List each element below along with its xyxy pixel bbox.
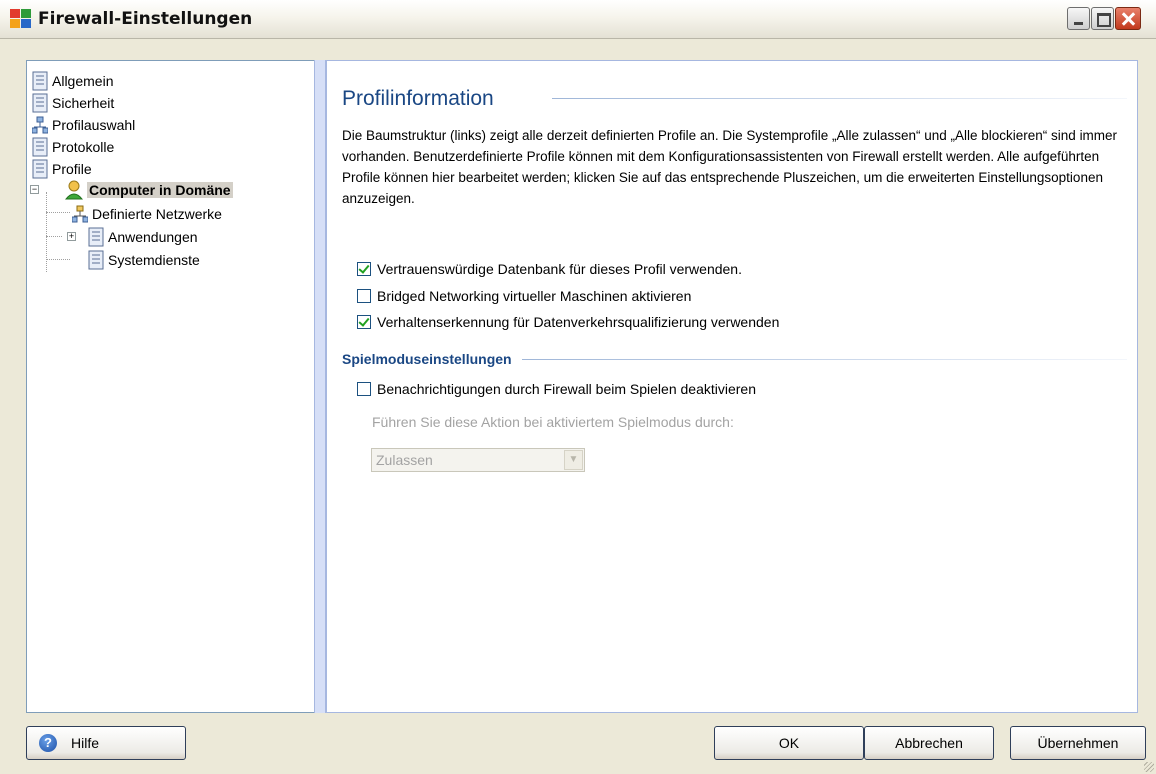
maximize-button[interactable] — [1091, 7, 1114, 30]
window-title: Firewall-Einstellungen — [38, 9, 253, 29]
tree-item-label: Profile — [52, 161, 92, 177]
option-behavior-detection[interactable]: Verhaltenserkennung für Datenverkehrsqua… — [357, 312, 779, 332]
tree-item-allgemein[interactable]: Allgemein — [32, 70, 113, 92]
game-mode-action-hint: Führen Sie diese Aktion bei aktiviertem … — [372, 414, 734, 430]
select-value: Zulassen — [376, 452, 433, 468]
checkbox-label: Verhaltenserkennung für Datenverkehrsqua… — [377, 314, 780, 330]
tree-item-sicherheit[interactable]: Sicherheit — [32, 92, 114, 114]
option-disable-notifications-gaming[interactable]: Benachrichtigungen durch Firewall beim S… — [357, 379, 756, 399]
document-list-icon — [88, 250, 104, 270]
tree-item-anwendungen[interactable]: Anwendungen — [88, 226, 198, 248]
avg-logo-icon — [10, 9, 31, 28]
cancel-button[interactable]: Abbrechen — [864, 726, 994, 760]
network-icon — [72, 205, 88, 223]
checkbox-label: Benachrichtigungen durch Firewall beim S… — [377, 381, 756, 397]
minimize-button[interactable] — [1067, 7, 1090, 30]
tree-item-profilauswahl[interactable]: Profilauswahl — [32, 114, 135, 136]
network-icon — [32, 116, 48, 134]
tree-item-label: Protokolle — [52, 139, 115, 155]
tree-item-systemdienste[interactable]: Systemdienste — [88, 249, 200, 271]
tree-item-label: Anwendungen — [108, 229, 198, 245]
page-title: Profilinformation — [342, 87, 494, 110]
tree-item-label: Systemdienste — [108, 252, 200, 268]
tree-item-label: Profilauswahl — [52, 117, 136, 133]
checkbox[interactable] — [357, 289, 371, 303]
help-button-label: Hilfe — [71, 735, 100, 751]
checkbox[interactable] — [357, 382, 371, 396]
section-title-game-mode: Spielmoduseinstellungen — [342, 351, 512, 367]
checkbox-label: Bridged Networking virtueller Maschinen … — [377, 288, 692, 304]
collapse-toggle-icon[interactable]: − — [30, 185, 39, 194]
help-icon: ? — [39, 734, 57, 752]
tree-item-label: Definierte Netzwerke — [92, 206, 222, 222]
document-list-icon — [32, 71, 48, 91]
main-panel: Profilinformation Die Baumstruktur (link… — [326, 60, 1138, 713]
tree-item-definierte-netzwerke[interactable]: Definierte Netzwerke — [72, 203, 222, 225]
document-list-icon — [32, 159, 48, 179]
tree-connector — [46, 259, 70, 260]
document-list-icon — [88, 227, 104, 247]
option-bridged-networking[interactable]: Bridged Networking virtueller Maschinen … — [357, 286, 691, 306]
tree-connector — [46, 212, 70, 213]
title-divider — [552, 98, 1127, 99]
settings-tree[interactable]: − + Allgemein Sicherheit Profilauswahl P… — [26, 60, 315, 713]
checkbox[interactable] — [357, 262, 371, 276]
close-button[interactable] — [1115, 7, 1141, 30]
document-list-icon — [32, 93, 48, 113]
tree-connector — [46, 192, 47, 272]
user-icon — [65, 180, 83, 200]
tree-item-label: Sicherheit — [52, 95, 115, 111]
section-divider — [522, 359, 1127, 360]
apply-button[interactable]: Übernehmen — [1010, 726, 1146, 760]
description-text: Die Baumstruktur (links) zeigt alle derz… — [342, 128, 1118, 206]
tree-item-computer-in-domaene[interactable]: Computer in Domäne — [65, 179, 233, 201]
tree-item-label: Allgemein — [52, 73, 114, 89]
tree-connector — [46, 236, 62, 237]
chevron-down-icon: ▼ — [564, 450, 583, 470]
tree-item-protokolle[interactable]: Protokolle — [32, 136, 114, 158]
option-trusted-database[interactable]: Vertrauenswürdige Datenbank für dieses P… — [357, 259, 742, 279]
tree-item-profile[interactable]: Profile — [32, 158, 92, 180]
expand-toggle-icon[interactable]: + — [67, 232, 76, 241]
game-mode-action-select: Zulassen ▼ — [371, 448, 585, 472]
resize-grip[interactable] — [1144, 762, 1154, 772]
document-list-icon — [32, 137, 48, 157]
panel-splitter[interactable] — [314, 60, 326, 713]
tree-item-label: Computer in Domäne — [87, 182, 233, 198]
title-bar: Firewall-Einstellungen — [0, 0, 1156, 39]
ok-button[interactable]: OK — [714, 726, 864, 760]
checkbox-label: Vertrauenswürdige Datenbank für dieses P… — [377, 261, 742, 277]
checkbox[interactable] — [357, 315, 371, 329]
help-button[interactable]: ? Hilfe — [26, 726, 186, 760]
